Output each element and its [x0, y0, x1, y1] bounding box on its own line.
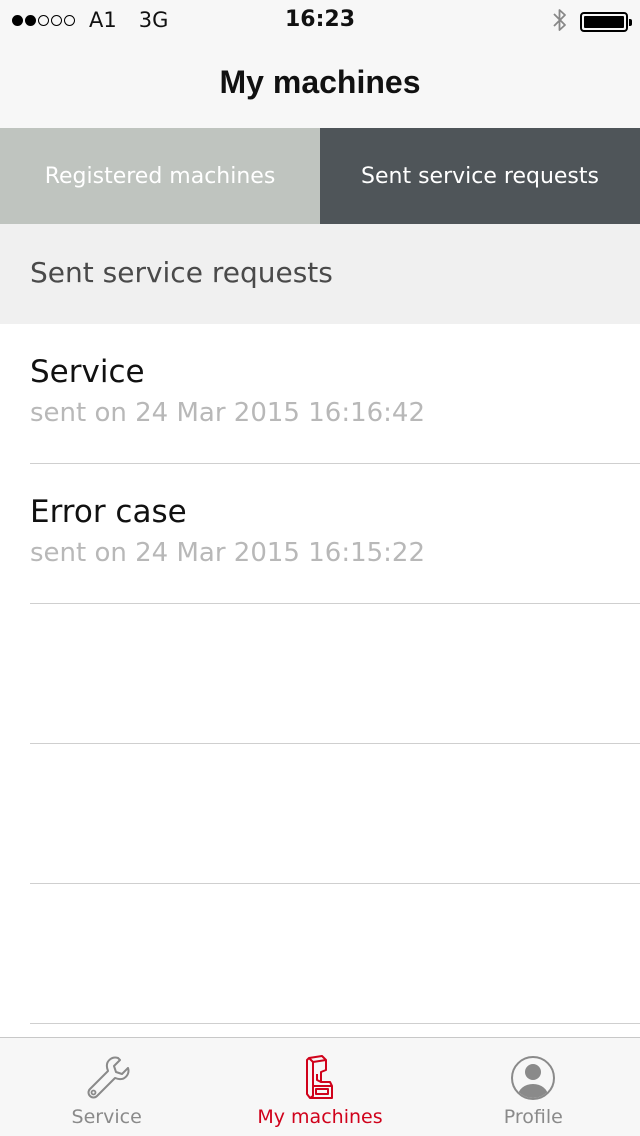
tab-bar-label: My machines: [257, 1106, 383, 1128]
status-right: [552, 7, 632, 37]
page-title: My machines: [219, 64, 421, 100]
machine-icon: [294, 1052, 346, 1104]
segmented-control: Registered machines Sent service request…: [0, 128, 640, 224]
request-title: Service: [30, 354, 145, 390]
battery-icon: [580, 12, 632, 32]
tab-bar-item-service[interactable]: Service: [0, 1038, 213, 1136]
list-item-empty: [0, 604, 640, 744]
service-request-list: Service sent on 24 Mar 2015 16:16:42 Err…: [0, 324, 640, 1024]
status-bar: A1 3G 16:23: [0, 0, 640, 40]
section-header: Sent service requests: [0, 224, 640, 324]
profile-icon: [507, 1052, 559, 1104]
tab-sent-service-requests[interactable]: Sent service requests: [320, 128, 640, 224]
bluetooth-icon: [552, 7, 568, 37]
tab-bar-label: Profile: [503, 1106, 563, 1128]
list-item-empty: [0, 884, 640, 1024]
request-sent-date: sent on 24 Mar 2015 16:16:42: [30, 398, 426, 428]
list-item[interactable]: Service sent on 24 Mar 2015 16:16:42: [0, 324, 640, 464]
request-sent-date: sent on 24 Mar 2015 16:15:22: [30, 538, 426, 568]
section-title: Sent service requests: [30, 256, 333, 289]
wrench-icon: [81, 1052, 133, 1104]
status-time: 16:23: [284, 7, 356, 32]
tab-registered-machines[interactable]: Registered machines: [0, 128, 320, 224]
request-title: Error case: [30, 494, 187, 530]
tab-bar-item-my-machines[interactable]: My machines: [213, 1038, 426, 1136]
list-item[interactable]: Error case sent on 24 Mar 2015 16:15:22: [0, 464, 640, 604]
battery-fill: [584, 16, 624, 28]
tab-bar-label: Service: [71, 1106, 142, 1128]
list-item-empty: [0, 744, 640, 884]
tab-bar-item-profile[interactable]: Profile: [427, 1038, 640, 1136]
navigation-bar: My machines: [0, 40, 640, 128]
tab-bar: Service My machines Profile: [0, 1037, 640, 1136]
